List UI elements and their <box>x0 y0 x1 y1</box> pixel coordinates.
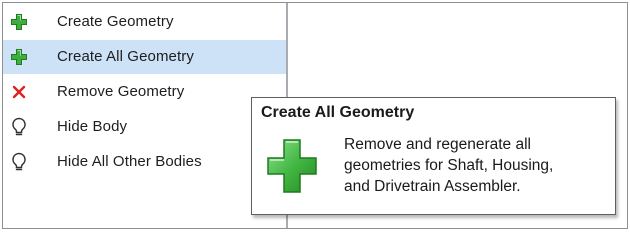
menu-item-hide-body[interactable]: Hide Body <box>3 110 286 144</box>
menu-item-label: Hide All Other Bodies <box>57 153 202 170</box>
menu-item-label: Create Geometry <box>57 13 174 30</box>
plus-icon <box>9 12 29 32</box>
tooltip: Create All Geometry Remove and regenerat… <box>251 97 616 215</box>
tooltip-description-line: geometries for Shaft, Housing, <box>344 157 554 174</box>
menu-item-label: Hide Body <box>57 118 128 135</box>
large-plus-icon <box>266 138 318 194</box>
menu-item-hide-all-other-bodies[interactable]: Hide All Other Bodies <box>3 145 286 179</box>
menu-item-remove-geometry[interactable]: Remove Geometry <box>3 75 286 109</box>
menu-item-create-geometry[interactable]: Create Geometry <box>3 5 286 39</box>
tooltip-title: Create All Geometry <box>261 104 415 121</box>
context-menu: Create Geometry Create All Geometry Remo… <box>3 3 288 228</box>
tooltip-description-line: Remove and regenerate all <box>344 136 531 153</box>
lightbulb-icon <box>9 117 29 137</box>
plus-icon <box>9 47 29 67</box>
menu-item-create-all-geometry[interactable]: Create All Geometry <box>3 40 286 74</box>
menu-item-label: Remove Geometry <box>57 83 185 100</box>
lightbulb-icon <box>9 152 29 172</box>
red-x-icon <box>9 82 29 102</box>
tooltip-description: Remove and regenerate all geometries for… <box>344 134 609 197</box>
menu-item-label: Create All Geometry <box>57 48 194 65</box>
tooltip-description-line: and Drivetrain Assembler. <box>344 178 521 195</box>
